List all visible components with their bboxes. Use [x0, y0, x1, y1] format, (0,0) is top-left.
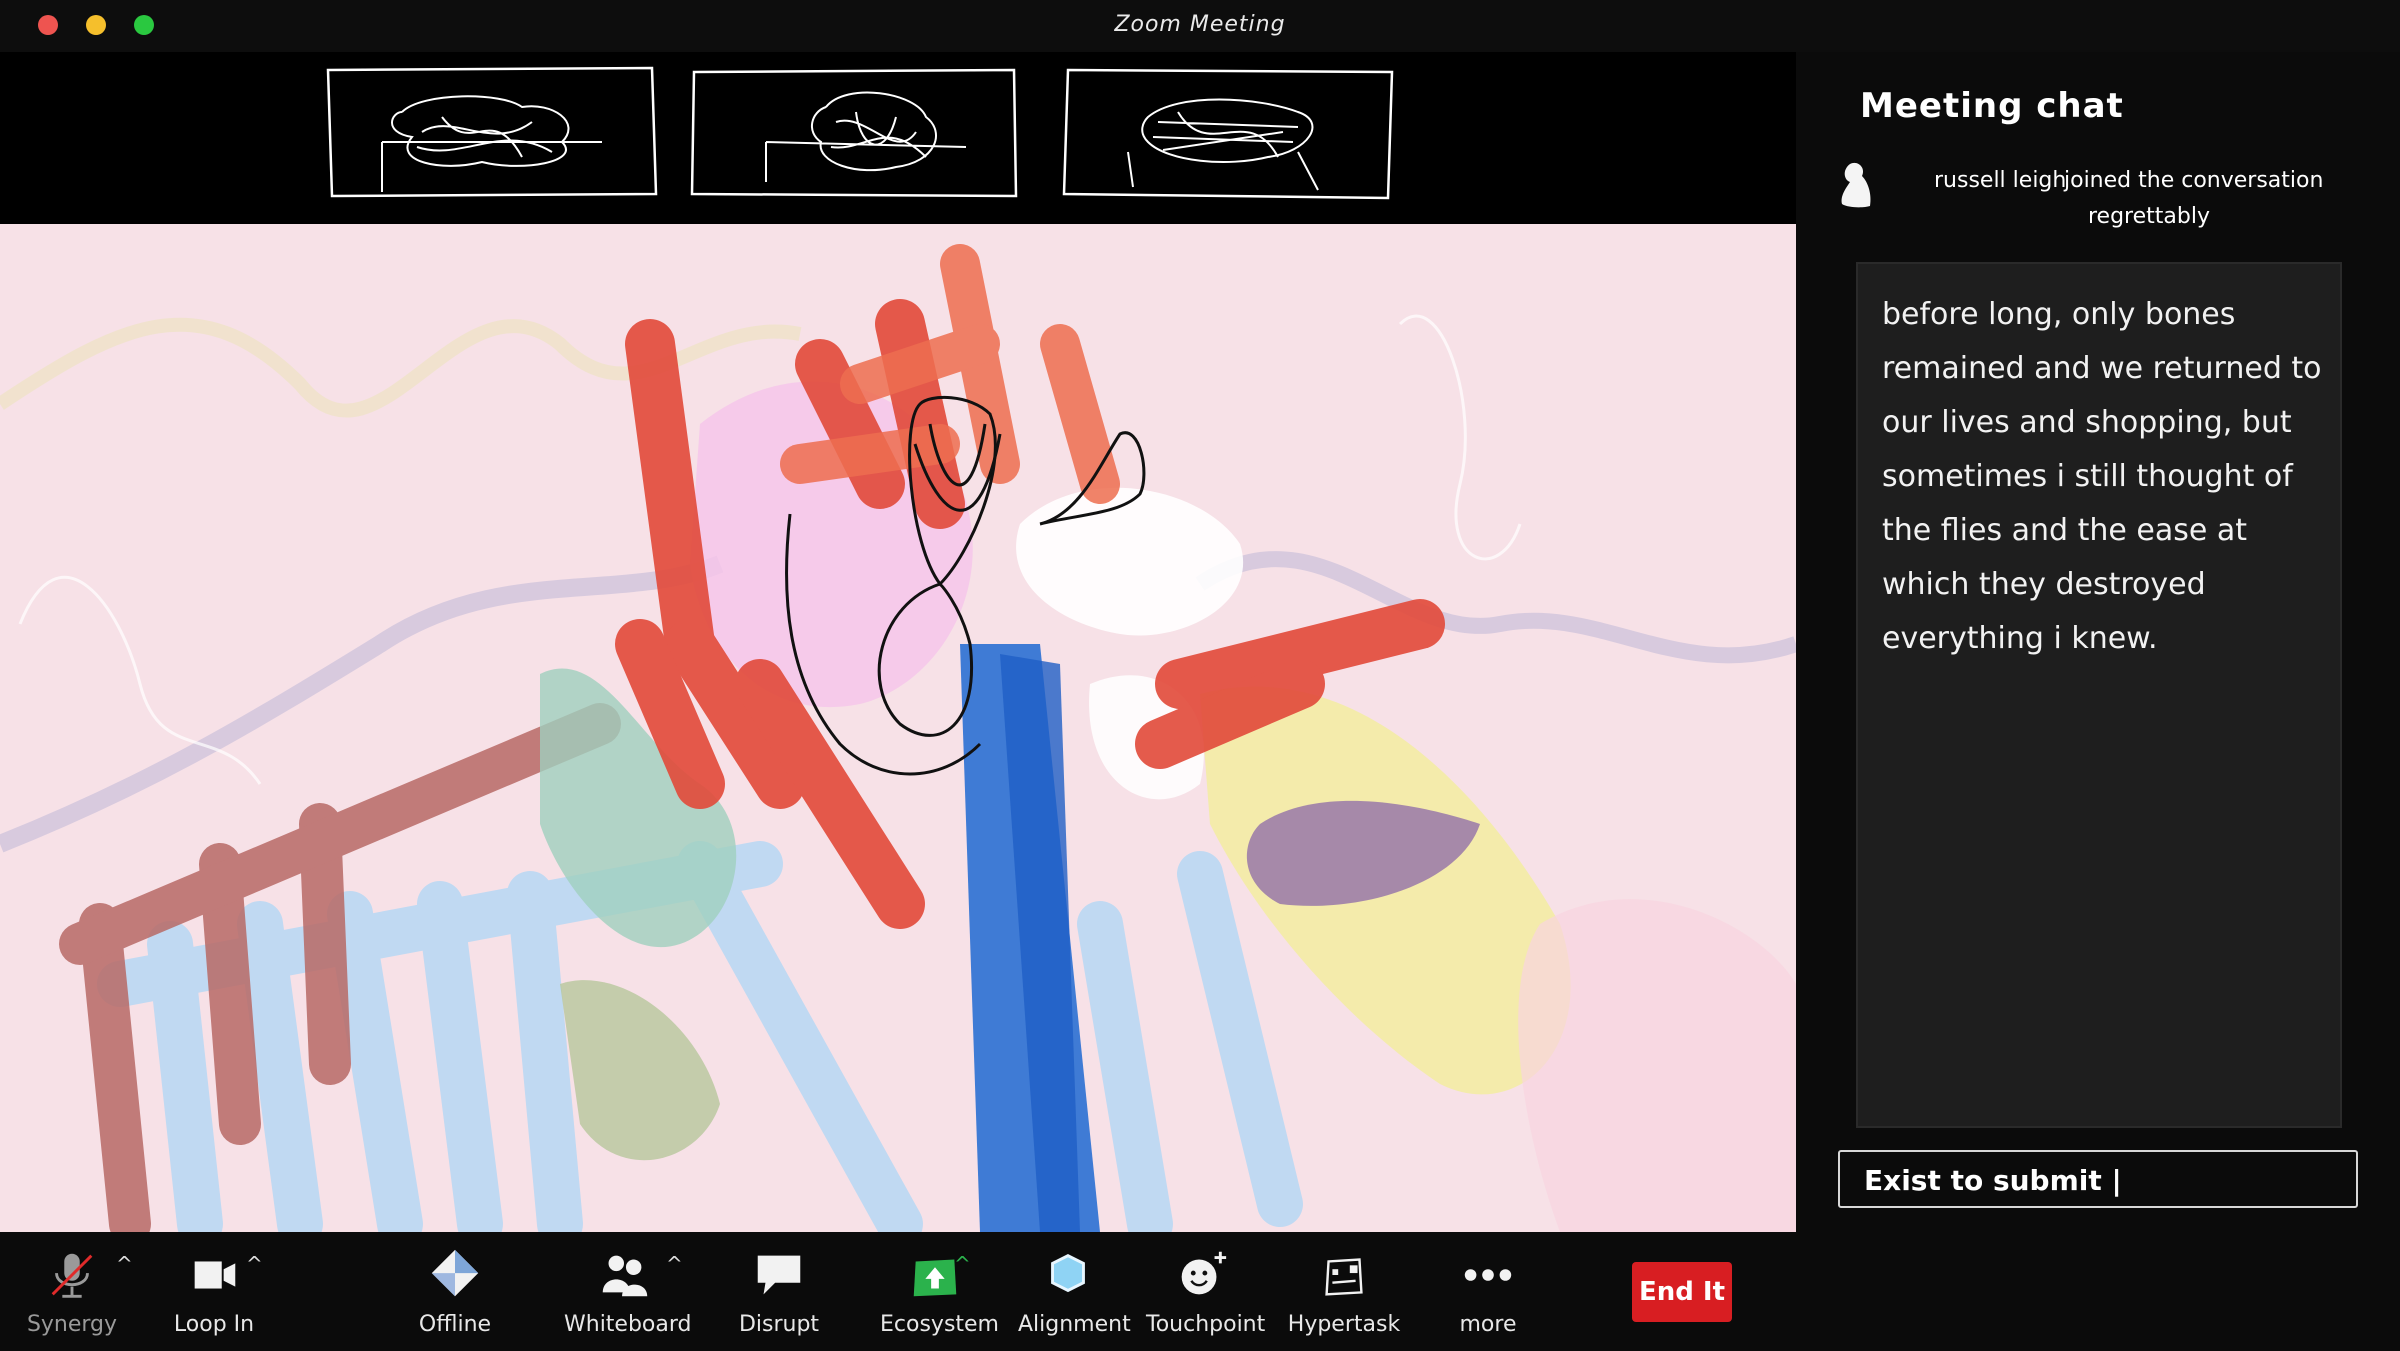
chat-message-box: before long, only bones remained and we … [1856, 262, 2342, 1128]
chat-input[interactable]: Exist to submit | [1838, 1150, 2358, 1208]
participant-thumbnails [0, 52, 1796, 224]
offline-button[interactable]: Offline [410, 1246, 500, 1337]
main-video-feed [0, 224, 1796, 1232]
diamond-icon [431, 1249, 479, 1297]
more-label: more [1459, 1312, 1517, 1337]
whiteboard-options-caret[interactable]: ^ [666, 1252, 683, 1276]
touchpoint-button[interactable]: Touchpoint [1146, 1246, 1266, 1337]
alignment-button[interactable]: Alignment [1018, 1246, 1131, 1337]
chat-message: before long, only bones remained and we … [1882, 297, 2322, 656]
smiley-plus-icon [1181, 1251, 1227, 1295]
ellipsis-icon [1464, 1269, 1512, 1281]
window-title: Zoom Meeting [1114, 12, 1286, 37]
people-icon [602, 1255, 648, 1297]
muted-microphone-icon [51, 1253, 93, 1298]
chat-input-value: Exist to submit | [1864, 1164, 2122, 1197]
chat-join-message: joined the conversation [2064, 168, 2324, 193]
loop-in-options-caret[interactable]: ^ [246, 1252, 263, 1276]
meeting-toolbar: Synergy ^ Loop In ^ Offline Whiteboard ^ [0, 1232, 1796, 1351]
speech-bubble-icon [757, 1255, 801, 1295]
chat-panel: Meeting chat russell leigh joined the co… [1796, 52, 2400, 1351]
alignment-label: Alignment [1018, 1312, 1131, 1337]
offline-label: Offline [418, 1312, 492, 1337]
whiteboard-label: Whiteboard [564, 1312, 692, 1337]
title-bar: Zoom Meeting [0, 0, 2400, 52]
synergy-options-caret[interactable]: ^ [116, 1252, 133, 1276]
hexagon-icon [1051, 1254, 1085, 1293]
loop-in-label: Loop In [173, 1312, 255, 1337]
ecosystem-options-caret[interactable]: ^ [954, 1252, 971, 1276]
touchpoint-label: Touchpoint [1146, 1312, 1266, 1337]
video-camera-icon [194, 1261, 236, 1289]
disrupt-label: Disrupt [738, 1312, 820, 1337]
participant-thumbnail-3[interactable] [1058, 62, 1398, 202]
disrupt-button[interactable]: Disrupt [734, 1246, 824, 1337]
hypertask-button[interactable]: Hypertask [1284, 1246, 1404, 1337]
chat-title: Meeting chat [1860, 86, 2124, 126]
participant-thumbnail-2[interactable] [686, 62, 1026, 202]
ecosystem-button[interactable]: Ecosystem [880, 1246, 999, 1337]
user-avatar-icon [1841, 162, 1871, 208]
chat-join-user: russell leigh [1934, 168, 2067, 193]
ecosystem-label: Ecosystem [880, 1312, 999, 1337]
hypertask-label: Hypertask [1287, 1312, 1401, 1337]
synergy-button[interactable]: Synergy [24, 1246, 120, 1337]
end-meeting-button[interactable]: End It [1632, 1262, 1732, 1322]
synergy-label: Synergy [26, 1312, 118, 1337]
chat-join-message-2: regrettably [2088, 204, 2210, 229]
task-sheet-icon [1325, 1258, 1363, 1296]
participant-thumbnail-1[interactable] [322, 62, 662, 202]
more-button[interactable]: more [1440, 1246, 1536, 1337]
